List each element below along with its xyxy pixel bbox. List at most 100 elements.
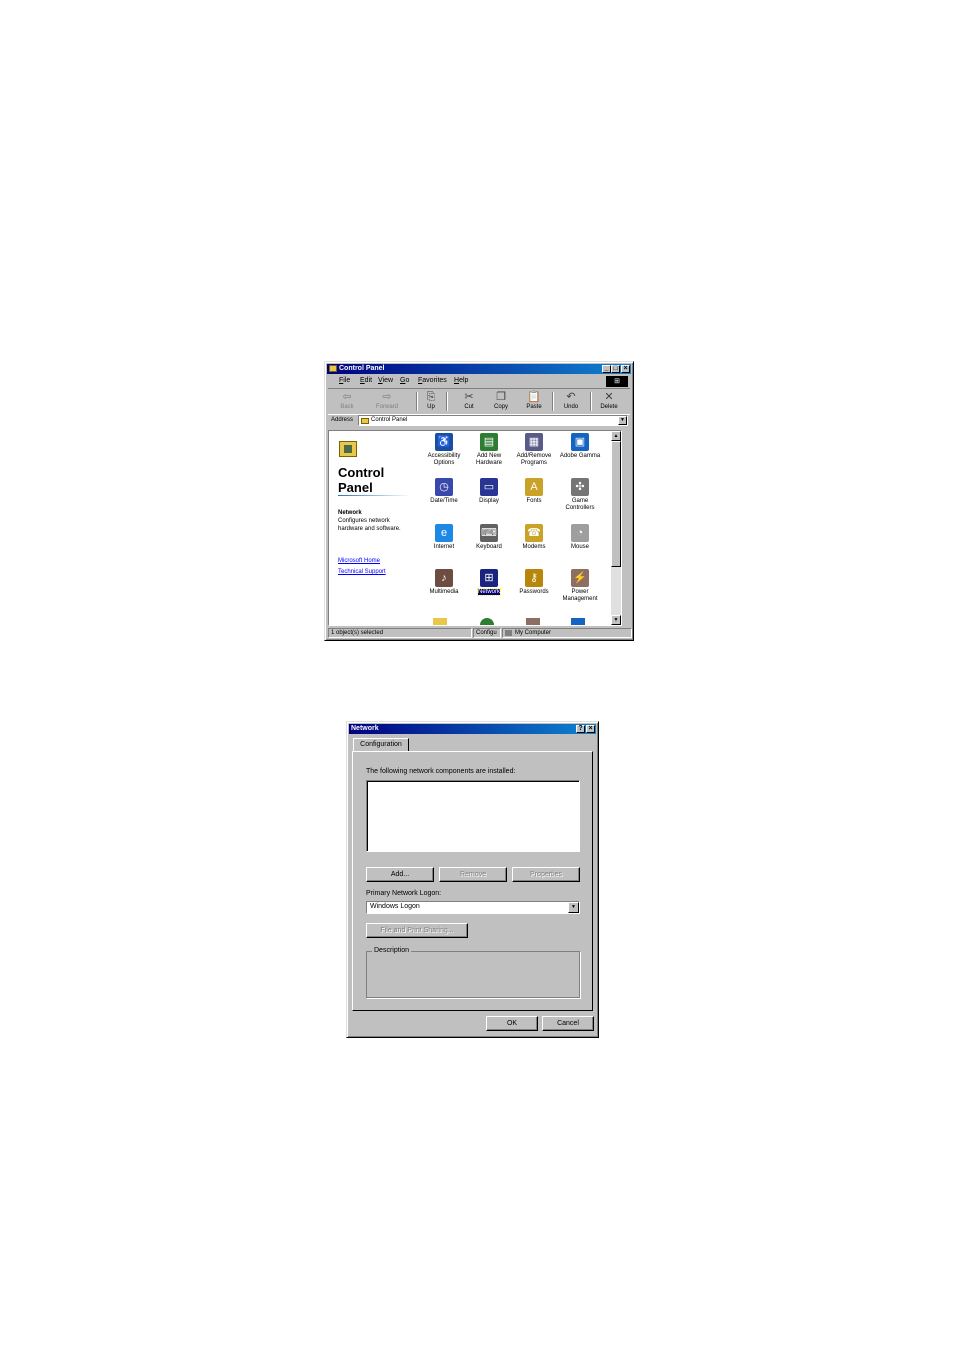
- icon-accessibility-options[interactable]: ♿ Accessibility Options: [421, 433, 467, 467]
- toolbar-separator: [590, 392, 592, 411]
- icon-label: Fonts: [511, 498, 557, 505]
- file-print-sharing-button[interactable]: File and Print Sharing...: [366, 923, 468, 938]
- menu-edit[interactable]: Edit: [360, 377, 372, 384]
- add-button[interactable]: Add...: [366, 867, 434, 882]
- menu-go[interactable]: Go: [400, 377, 409, 384]
- title-bar[interactable]: Control Panel _ □ ×: [327, 364, 631, 374]
- close-button[interactable]: ×: [621, 365, 630, 373]
- primary-logon-select[interactable]: Windows Logon ▼: [366, 901, 580, 914]
- menu-file[interactable]: File: [339, 377, 350, 384]
- icon-label-text: Date/Time: [430, 498, 458, 504]
- icon-internet[interactable]: e Internet: [421, 524, 467, 551]
- pane-heading: Control Panel: [338, 465, 385, 495]
- up-button[interactable]: ⎘ Up: [416, 391, 446, 413]
- address-bar: Address Control Panel ▼: [328, 415, 630, 427]
- scroll-thumb[interactable]: [611, 441, 621, 567]
- cancel-button[interactable]: Cancel: [542, 1016, 594, 1031]
- copy-button[interactable]: ❐ Copy: [486, 391, 516, 413]
- multimedia-icon: ♪: [435, 569, 453, 587]
- forward-button[interactable]: ⇨ Forward: [372, 391, 402, 413]
- icon-mouse[interactable]: ◔ Mouse: [557, 524, 603, 551]
- paste-button[interactable]: 📋 Paste: [519, 391, 549, 413]
- icon-label: Adobe Gamma: [557, 453, 603, 460]
- scissors-icon: ✂: [464, 391, 474, 403]
- icon-label-text: Multimedia: [429, 589, 459, 595]
- power-management-icon: ⚡: [571, 569, 589, 587]
- undo-button[interactable]: ↶ Undo: [556, 391, 586, 413]
- address-label: Address: [331, 417, 354, 423]
- dialog-title-bar[interactable]: Network ? ×: [349, 724, 596, 734]
- scroll-down-icon[interactable]: ▼: [611, 615, 621, 625]
- icon-label-text: Fonts: [526, 498, 542, 504]
- icon-network[interactable]: ⊞ Network: [466, 569, 512, 596]
- back-button[interactable]: ⇦ Back: [332, 391, 362, 413]
- internet-icon: e: [435, 524, 453, 542]
- add-new-hardware-icon: ▤: [480, 433, 498, 451]
- icon-label: Internet: [421, 544, 467, 551]
- icon-date-time[interactable]: ◷ Date/Time: [421, 478, 467, 505]
- delete-button[interactable]: ✕ Delete: [594, 391, 624, 413]
- icon-power-management[interactable]: ⚡ Power Management: [557, 569, 603, 603]
- link-technical-support[interactable]: Technical Support: [338, 569, 386, 575]
- icon-label-text: Accessibility Options: [427, 453, 461, 466]
- icon-label: Network: [466, 588, 512, 596]
- icon-label: Date/Time: [421, 498, 467, 505]
- partial-monitor-icon: [571, 618, 585, 625]
- icon-add-remove-programs[interactable]: ▦ Add/Remove Programs: [511, 433, 557, 467]
- help-button[interactable]: ?: [576, 725, 585, 733]
- adobe-gamma-icon: ▣: [571, 433, 589, 451]
- icon-label-text: Game Controllers: [565, 498, 595, 511]
- icon-passwords[interactable]: ⚷ Passwords: [511, 569, 557, 596]
- close-button[interactable]: ×: [586, 725, 595, 733]
- icon-keyboard[interactable]: ⌨ Keyboard: [466, 524, 512, 551]
- icon-multimedia[interactable]: ♪ Multimedia: [421, 569, 467, 596]
- copy-icon: ❐: [496, 391, 506, 403]
- window-title: Control Panel: [339, 365, 385, 372]
- minimize-button[interactable]: _: [602, 365, 611, 373]
- icon-label-text: Power Management: [562, 589, 598, 602]
- icon-game-controllers[interactable]: ✣ Game Controllers: [557, 478, 603, 512]
- computer-icon: [505, 630, 512, 636]
- menu-help[interactable]: Help: [454, 377, 468, 384]
- ok-button[interactable]: OK: [486, 1016, 538, 1031]
- menu-bar: File Edit View Go Favorites Help ⊞: [328, 376, 630, 387]
- description-group: Description: [366, 947, 580, 998]
- address-input[interactable]: Control Panel ▼: [358, 415, 628, 426]
- menu-view[interactable]: View: [378, 377, 393, 384]
- maximize-button[interactable]: □: [611, 365, 620, 373]
- icon-modems[interactable]: ☎ Modems: [511, 524, 557, 551]
- toolbar: ⇦ Back ⇨ Forward ⎘ Up ✂ Cut ❐ Copy 📋 Pas…: [328, 388, 630, 415]
- scroll-up-icon[interactable]: ▲: [611, 431, 621, 441]
- icon-adobe-gamma[interactable]: ▣ Adobe Gamma: [557, 433, 603, 460]
- folder-view: Control Panel Network Configures network…: [328, 430, 622, 626]
- properties-button[interactable]: Properties: [512, 867, 580, 882]
- dialog-title: Network: [351, 725, 379, 732]
- icon-label: Modems: [511, 544, 557, 551]
- tab-configuration[interactable]: Configuration: [353, 738, 409, 752]
- web-view-pane: Control Panel Network Configures network…: [329, 431, 415, 625]
- icon-add-new-hardware[interactable]: ▤ Add New Hardware: [466, 433, 512, 467]
- status-zone: My Computer: [502, 628, 632, 638]
- link-microsoft-home[interactable]: Microsoft Home: [338, 558, 380, 564]
- add-remove-programs-icon: ▦: [525, 433, 543, 451]
- vertical-scrollbar[interactable]: ▲ ▼: [611, 431, 621, 625]
- selected-item-description: Configures network hardware and software…: [338, 518, 401, 532]
- icon-label: Power Management: [557, 589, 603, 603]
- menu-favorites[interactable]: Favorites: [418, 377, 447, 384]
- control-panel-icon: [329, 365, 337, 372]
- remove-button[interactable]: Remove: [439, 867, 507, 882]
- cut-button[interactable]: ✂ Cut: [454, 391, 484, 413]
- icon-label: Display: [466, 498, 512, 505]
- divider: [338, 495, 410, 496]
- chevron-down-icon[interactable]: ▼: [618, 416, 627, 425]
- components-list[interactable]: [366, 780, 580, 852]
- icon-label: Passwords: [511, 589, 557, 596]
- icon-label-text: Mouse: [570, 544, 589, 550]
- icon-label-text: Internet: [433, 544, 455, 550]
- partial-icon: [526, 618, 540, 625]
- icon-display[interactable]: ▭ Display: [466, 478, 512, 505]
- network-icon: ⊞: [480, 569, 498, 587]
- icon-fonts[interactable]: A Fonts: [511, 478, 557, 505]
- chevron-down-icon[interactable]: ▼: [568, 902, 579, 913]
- icon-label: Add New Hardware: [466, 453, 512, 467]
